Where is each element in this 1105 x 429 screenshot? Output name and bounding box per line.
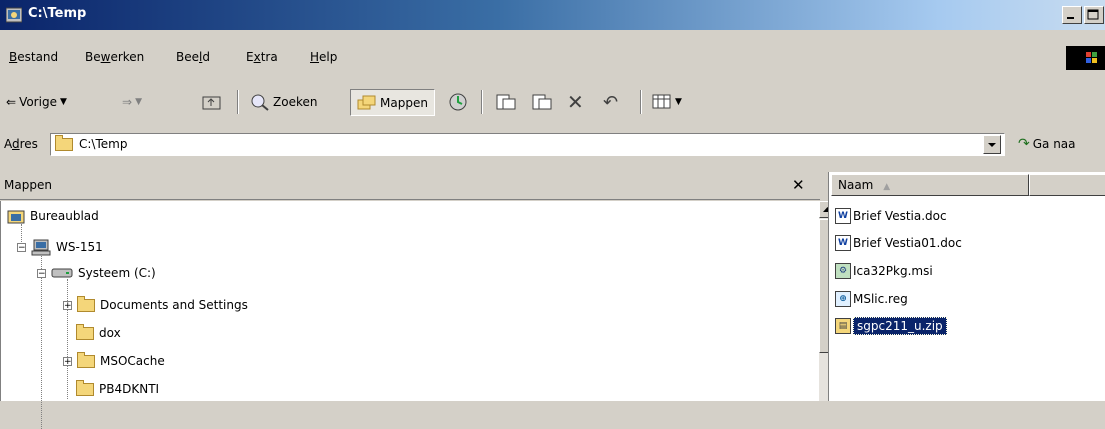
toolbar-separator xyxy=(237,90,239,114)
address-value: C:\Temp xyxy=(79,137,128,151)
chevron-down-icon: ▼ xyxy=(135,97,142,107)
tree-item-systeem-c[interactable]: − Systeem (C:) xyxy=(37,266,156,280)
forward-button[interactable]: ⇒ ▼ xyxy=(122,91,142,113)
close-pane-button[interactable]: ✕ xyxy=(792,176,805,194)
installer-icon: ⚙ xyxy=(835,263,851,279)
address-dropdown-button[interactable] xyxy=(983,135,1001,154)
history-button[interactable] xyxy=(448,91,468,113)
file-list: Naam ▲ W Brief Vestia.doc W Brief Vestia… xyxy=(828,172,1105,401)
zip-file-icon: ▤ xyxy=(835,318,851,334)
delete-x-icon: ✕ xyxy=(567,90,584,114)
views-grid-icon xyxy=(652,94,671,109)
undo-button[interactable]: ↶ xyxy=(603,91,618,113)
search-icon xyxy=(251,94,269,111)
copy-to-icon xyxy=(532,94,552,110)
folders-icon xyxy=(357,95,376,109)
go-arrow-icon: ↷ xyxy=(1018,136,1030,152)
file-row[interactable]: ⚙ Ica32Pkg.msi xyxy=(835,259,933,283)
undo-icon: ↶ xyxy=(603,91,619,113)
folder-icon xyxy=(76,323,94,340)
folder-icon xyxy=(77,295,95,312)
tree-item-dox[interactable]: dox xyxy=(76,323,121,340)
standard-toolbar: ⇐ Vorige ▼ ⇒ ▼ Zoeken Mappen ✕ ↶ ▼ xyxy=(0,84,1105,118)
folder-icon xyxy=(55,135,73,151)
column-header-name[interactable]: Naam ▲ xyxy=(831,174,1029,196)
menu-bar: Bestand Bewerken Beeld Extra Help xyxy=(0,44,1105,72)
word-doc-icon: W xyxy=(835,235,851,251)
explorer-icon xyxy=(5,7,23,23)
title-bar[interactable]: C:\Temp xyxy=(0,0,1105,30)
tree-item-pb4dknti[interactable]: PB4DKNTI xyxy=(76,379,159,396)
drive-icon xyxy=(51,268,73,278)
search-button[interactable]: Zoeken xyxy=(250,91,317,113)
folder-icon xyxy=(76,379,94,396)
file-row[interactable]: W Brief Vestia01.doc xyxy=(835,231,962,255)
folders-pane-header: Mappen ✕ xyxy=(0,172,820,200)
folder-up-icon xyxy=(202,96,221,110)
menu-bestand[interactable]: Bestand xyxy=(9,50,58,64)
menu-help[interactable]: Help xyxy=(310,50,337,64)
back-arrow-icon: ⇐ xyxy=(6,95,17,109)
chevron-down-icon: ▼ xyxy=(675,97,682,107)
windows-logo xyxy=(1066,46,1105,70)
file-row[interactable]: W Brief Vestia.doc xyxy=(835,204,947,228)
collapse-icon[interactable]: − xyxy=(17,242,26,252)
tree-connector xyxy=(67,279,68,399)
chevron-down-icon xyxy=(988,143,996,147)
toolbar-separator xyxy=(640,90,642,114)
menu-bewerken[interactable]: Bewerken xyxy=(85,50,144,64)
collapse-icon[interactable]: − xyxy=(37,268,46,278)
move-to-button[interactable] xyxy=(495,91,517,113)
minimize-button[interactable] xyxy=(1062,6,1082,24)
window-title: C:\Temp xyxy=(28,6,87,21)
sort-ascending-icon: ▲ xyxy=(883,182,891,192)
copy-to-button[interactable] xyxy=(531,91,553,113)
expand-icon[interactable]: + xyxy=(63,356,72,366)
maximize-button[interactable] xyxy=(1084,6,1104,24)
folder-tree: Bureaublad − WS-151 − Systeem (C:) + Doc… xyxy=(0,201,820,429)
tree-item-bureaublad[interactable]: Bureaublad xyxy=(7,208,99,224)
folders-pane-title: Mappen xyxy=(4,178,52,192)
registry-file-icon: ⊕ xyxy=(835,291,851,307)
file-row[interactable]: ⊕ MSlic.reg xyxy=(835,287,908,311)
address-label: Adres xyxy=(4,137,38,151)
folders-button[interactable]: Mappen xyxy=(350,89,435,116)
delete-button[interactable]: ✕ xyxy=(567,90,584,114)
tree-item-msocache[interactable]: + MSOCache xyxy=(63,351,165,368)
menu-beeld[interactable]: Beeld xyxy=(176,50,210,64)
computer-icon xyxy=(31,239,51,256)
up-folder-button[interactable] xyxy=(202,91,222,113)
desktop-icon xyxy=(7,210,25,224)
move-to-icon xyxy=(496,94,516,110)
expand-icon[interactable]: + xyxy=(63,300,72,310)
forward-arrow-icon: ⇒ xyxy=(122,95,133,109)
go-button[interactable]: ↷ Ga naa xyxy=(1018,136,1076,152)
folder-icon xyxy=(77,351,95,368)
tree-item-documents-and-settings[interactable]: + Documents and Settings xyxy=(63,295,248,312)
chevron-down-icon: ▼ xyxy=(59,97,67,107)
file-row-selected[interactable]: ▤ sgpc211_u.zip xyxy=(835,314,947,338)
address-input[interactable]: C:\Temp xyxy=(50,133,1005,156)
menu-extra[interactable]: Extra xyxy=(246,50,278,64)
back-button[interactable]: ⇐ Vorige ▼ xyxy=(6,91,67,113)
history-icon xyxy=(449,93,467,111)
toolbar-separator xyxy=(481,90,483,114)
views-button[interactable]: ▼ xyxy=(652,91,682,113)
word-doc-icon: W xyxy=(835,208,851,224)
column-header-next[interactable] xyxy=(1029,174,1105,196)
tree-item-ws-151[interactable]: − WS-151 xyxy=(17,238,103,256)
